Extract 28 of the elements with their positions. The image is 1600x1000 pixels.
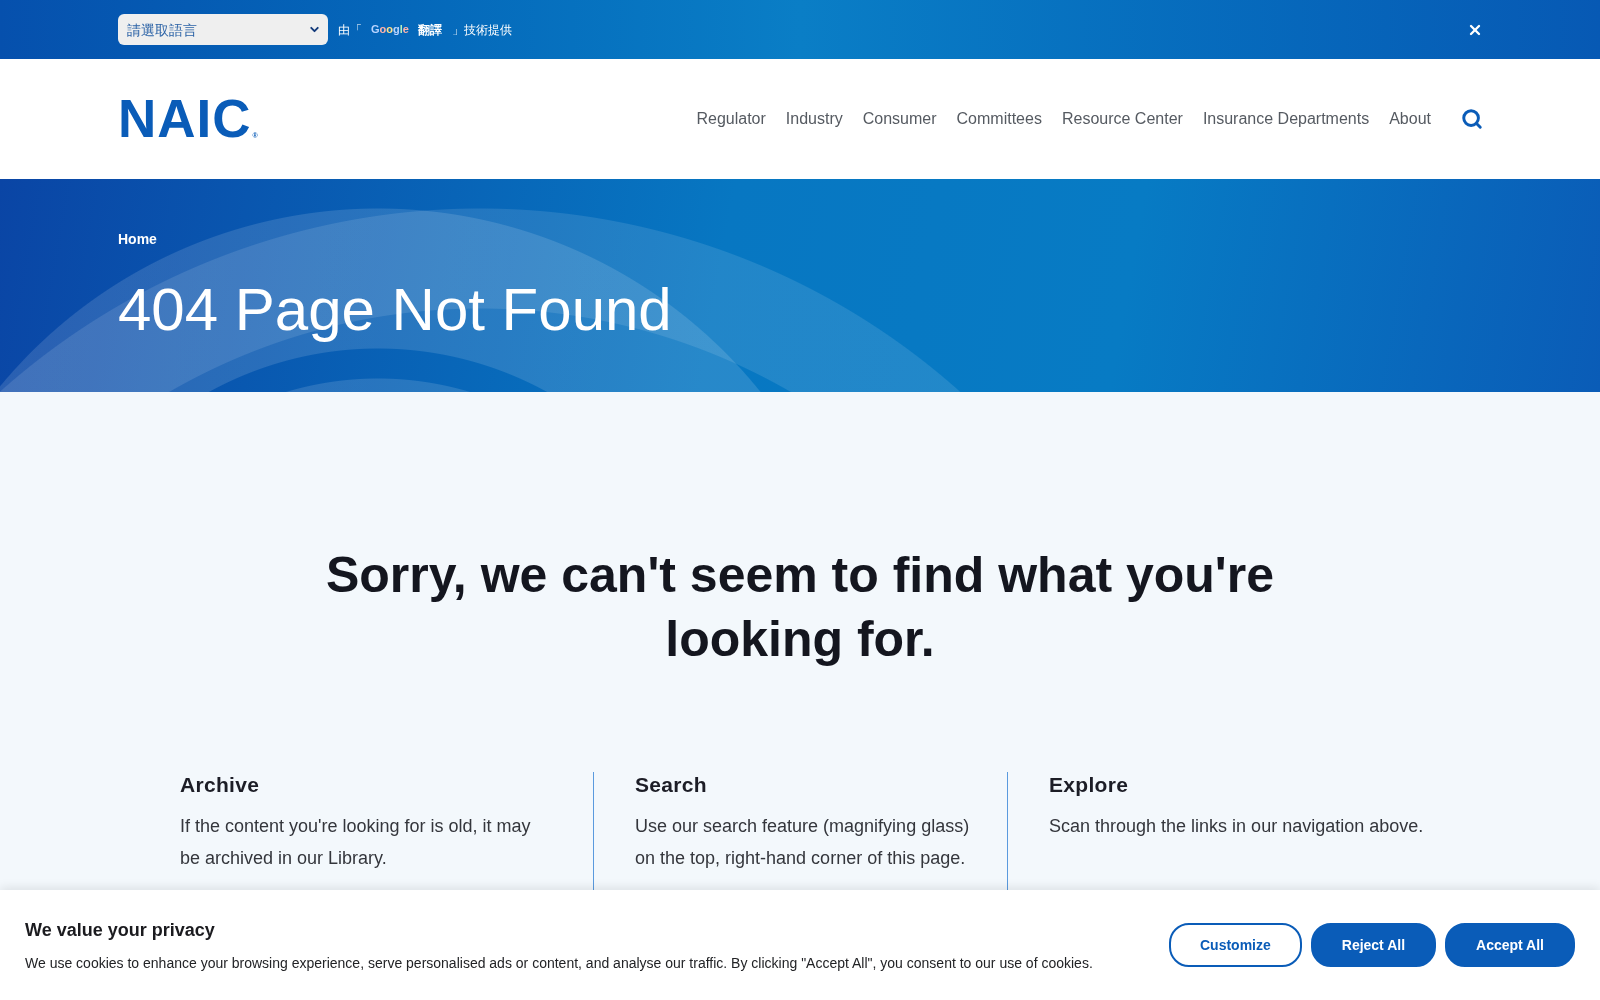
cookie-button[interactable]: Accept All — [1445, 923, 1575, 967]
search-button[interactable] — [1461, 108, 1483, 130]
cookie-text: We use cookies to enhance your browsing experience, serve personalised ads or content, and analyse our traffic. By clicking "Accept All", you consent to our use of cookies. — [25, 953, 1093, 972]
column-text: Use our search feature (magnifying glass) on the top, right-hand corner of this page. — [635, 815, 971, 870]
nav-link[interactable]: Committees — [956, 108, 1042, 130]
cookie-button[interactable]: Customize — [1168, 923, 1302, 967]
cookie-button[interactable]: Reject All — [1310, 923, 1437, 967]
credit-text: 」技術提供 — [451, 21, 512, 38]
language-select[interactable]: 請選取語言 — [118, 14, 328, 45]
nav-link[interactable]: Industry — [785, 108, 843, 130]
google-logo: Google — [371, 23, 409, 36]
cookie-title: We value your privacy — [25, 918, 215, 941]
column-heading: Explore — [1049, 772, 1129, 798]
column-heading: Search — [635, 772, 707, 798]
page-title: 404 Page Not Found — [118, 275, 672, 345]
nav-link[interactable]: Insurance Departments — [1202, 108, 1370, 130]
breadcrumb-link[interactable]: Home — [118, 229, 157, 249]
nav-link[interactable]: Consumer — [862, 108, 937, 130]
column-heading: Archive — [180, 772, 260, 798]
column-text: If the content you're looking for is old, it may be archived in our Library. — [180, 815, 532, 870]
search-icon — [1461, 108, 1483, 130]
credit-text: 由「 — [338, 21, 362, 38]
translate-brand: 翻譯 — [417, 21, 442, 38]
column-text: Scan through the links in our navigation above. — [1049, 815, 1424, 838]
nav-link[interactable]: Regulator — [696, 108, 766, 130]
nav-link[interactable]: About — [1389, 108, 1431, 130]
nav-link[interactable]: Resource Center — [1061, 108, 1183, 130]
page-heading: Sorry, we can't seem to find what you're looking for. — [324, 546, 1276, 669]
